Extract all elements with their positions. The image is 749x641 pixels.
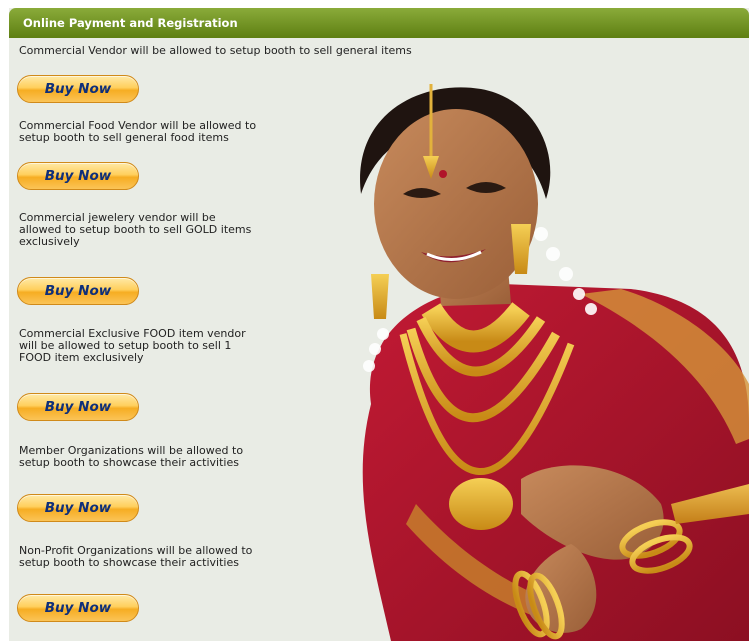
buy-now-button-non-profit[interactable]: Buy Now — [17, 594, 139, 622]
buy-now-button-commercial-vendor[interactable]: Buy Now — [17, 75, 139, 103]
offer-description-exclusive-food-vendor: Commercial Exclusive FOOD item vendor wi… — [19, 327, 246, 364]
buy-now-button-jewelery-vendor[interactable]: Buy Now — [17, 277, 139, 305]
buy-now-button-food-vendor[interactable]: Buy Now — [17, 162, 139, 190]
buy-now-button-member-organizations[interactable]: Buy Now — [17, 494, 139, 522]
model-photo — [360, 84, 749, 641]
offer-description-commercial-vendor: Commercial Vendor will be allowed to set… — [19, 44, 412, 57]
panel-title: Online Payment and Registration — [9, 8, 749, 38]
offer-description-member-organizations: Member Organizations will be allowed to … — [19, 444, 244, 469]
offer-description-food-vendor: Commercial Food Vendor will be allowed t… — [19, 119, 257, 144]
panel-content: Commercial Vendor will be allowed to set… — [9, 38, 749, 641]
payment-panel: Online Payment and Registration Commerci… — [9, 8, 749, 641]
buy-now-button-exclusive-food-vendor[interactable]: Buy Now — [17, 393, 139, 421]
offer-description-jewelery-vendor: Commercial jewelery vendor will be allow… — [19, 211, 252, 248]
offer-description-non-profit: Non-Profit Organizations will be allowed… — [19, 544, 253, 569]
